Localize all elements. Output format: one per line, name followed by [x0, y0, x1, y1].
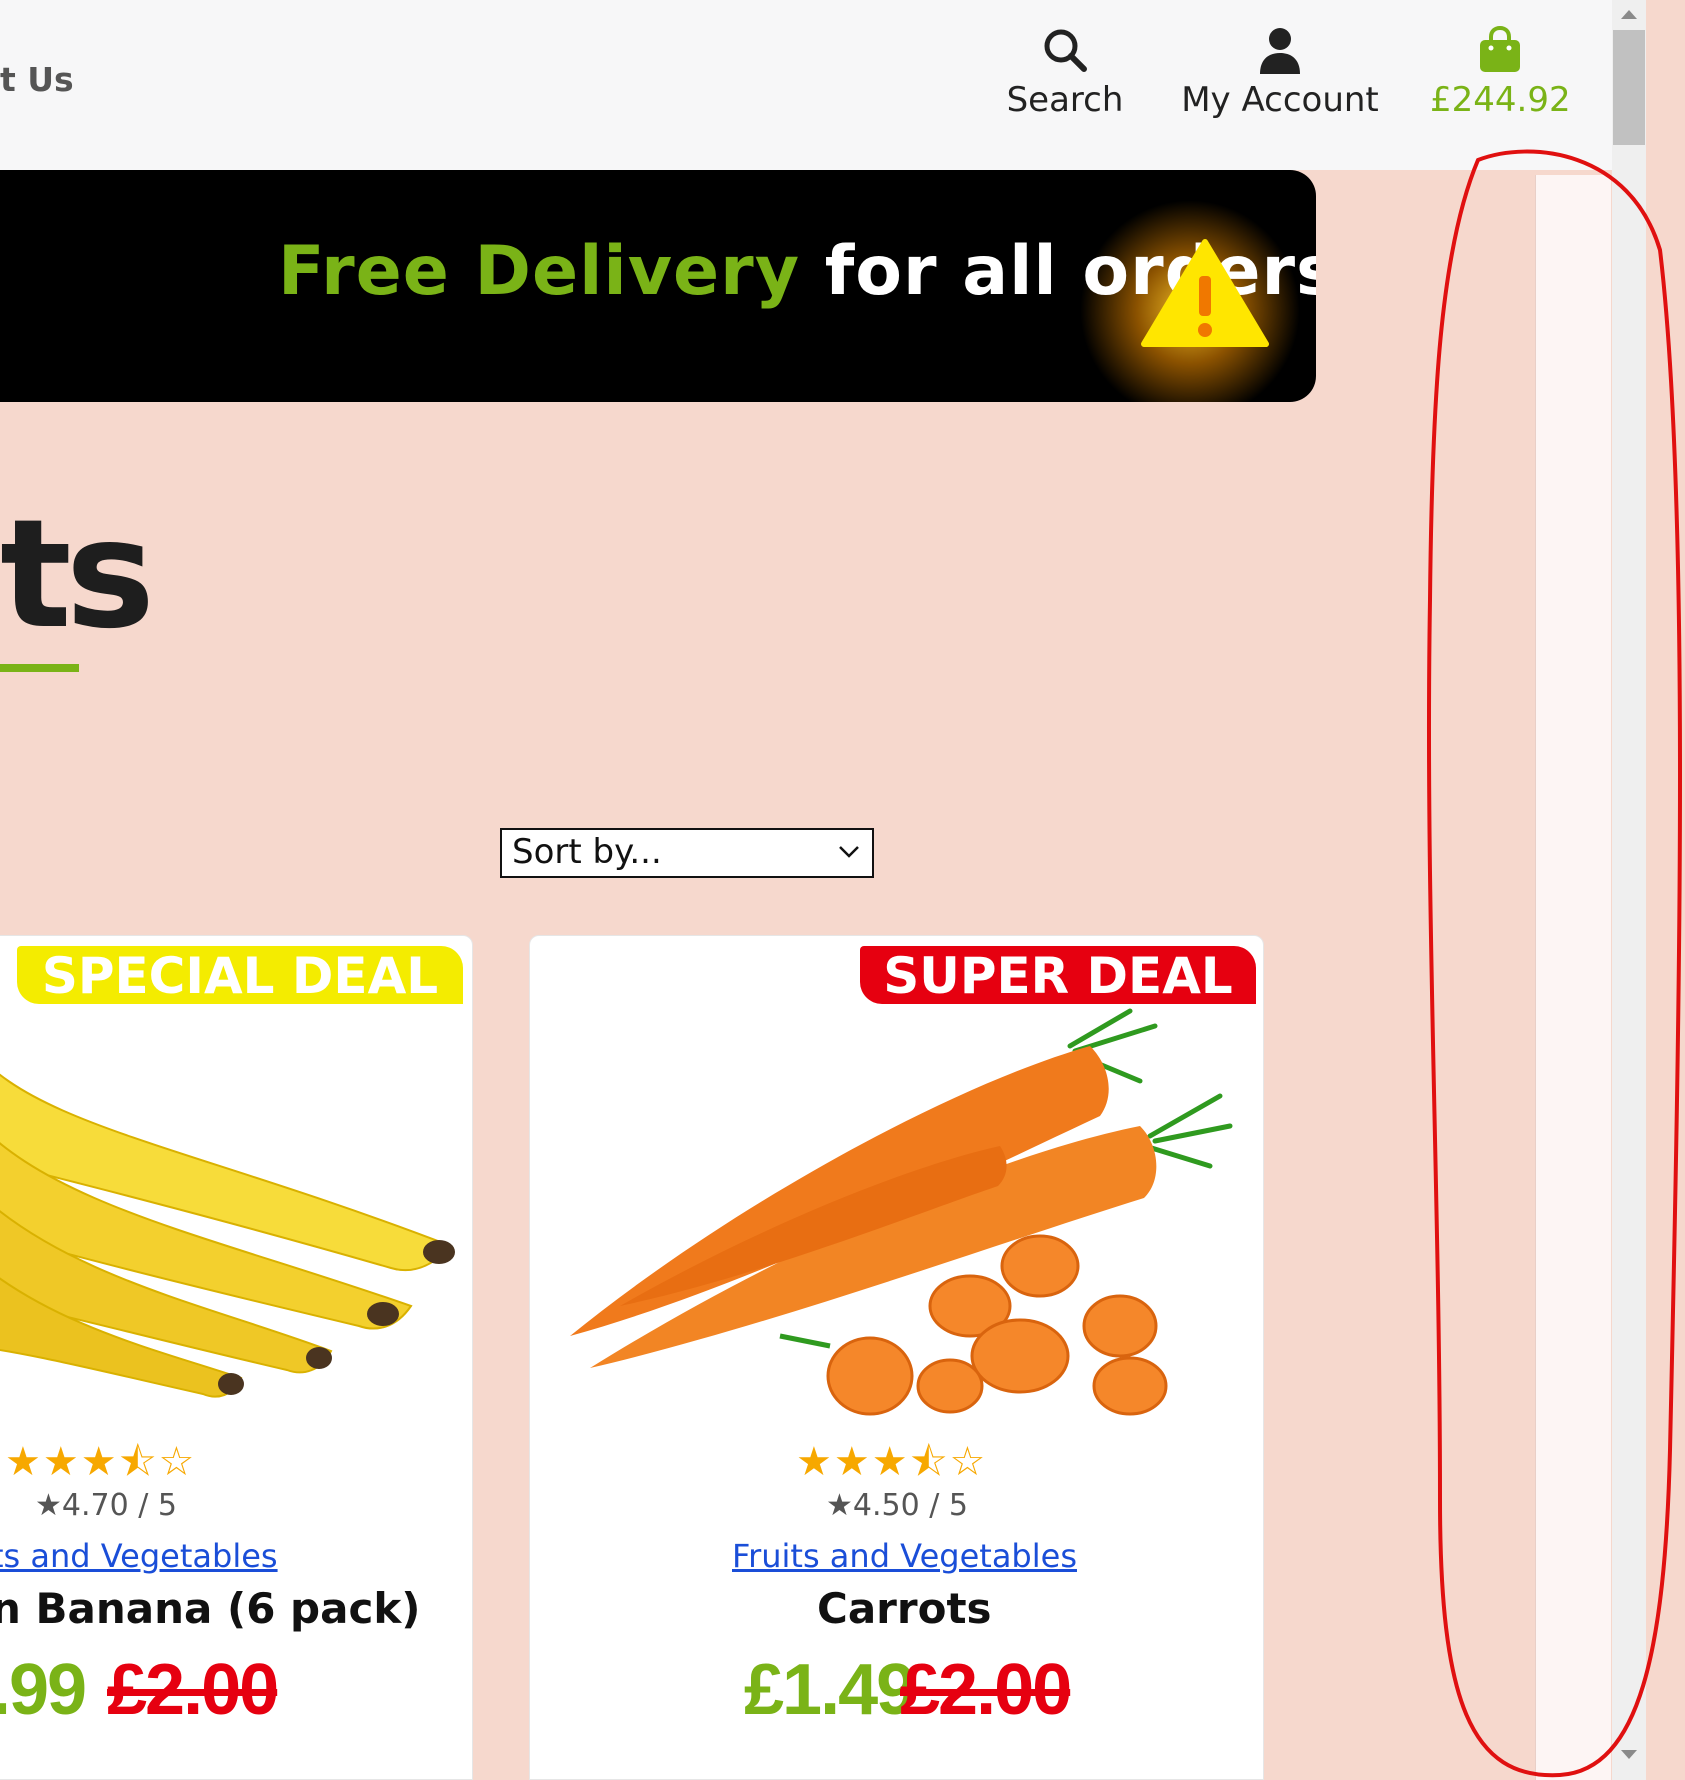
cart-button[interactable]: £244.92 — [1430, 26, 1571, 120]
rating-text: 4.50 / 5 — [852, 1488, 968, 1523]
right-side-panel — [1535, 175, 1611, 1780]
product-name-text: Banana (6 pack) — [35, 1584, 421, 1633]
rating-value: ★4.70 / 5 — [35, 1488, 177, 1523]
page-title-underline — [0, 664, 79, 672]
search-icon — [1044, 29, 1087, 72]
star-icon: ★ — [826, 1488, 853, 1523]
rating-value: ★4.50 / 5 — [826, 1488, 968, 1523]
carrots-image[interactable] — [530, 1006, 1264, 1426]
search-label: Search — [1006, 80, 1124, 120]
special-deal-badge: SPECIAL DEAL — [17, 946, 463, 1005]
my-account-label: My Account — [1181, 80, 1379, 120]
sort-select[interactable]: Sort by... — [500, 828, 874, 878]
scrollbar-thumb[interactable] — [1613, 30, 1645, 145]
product-name[interactable]: Carrots — [817, 1584, 992, 1633]
star-icon: ★ — [35, 1488, 62, 1523]
scroll-down-arrow[interactable] — [1621, 1750, 1637, 1759]
search-button[interactable]: Search — [1000, 26, 1130, 120]
rating-text: 4.70 / 5 — [61, 1488, 177, 1523]
chevron-down-icon — [839, 846, 859, 858]
free-delivery-banner: Free Delivery for all orders in: — [0, 170, 1316, 402]
user-icon — [1260, 28, 1300, 74]
my-account-button[interactable]: My Account — [1175, 26, 1385, 120]
current-price: £1.49 — [744, 1650, 916, 1730]
super-deal-badge: SUPER DEAL — [860, 946, 1256, 1005]
category-link[interactable]: Fruits and Vegetables — [732, 1537, 1077, 1575]
category-link[interactable]: ts and Vegetables — [0, 1537, 278, 1575]
warning-icon — [1141, 239, 1269, 347]
page-title: ts — [0, 488, 155, 662]
banner-text-highlight: Free Delivery — [278, 232, 801, 311]
shopping-bag-icon — [1480, 26, 1520, 72]
vertical-scrollbar[interactable] — [1612, 0, 1646, 1780]
product-name-prefix: n — [0, 1584, 21, 1633]
scroll-up-arrow[interactable] — [1621, 10, 1637, 19]
site-header: t Us Search My Account £244.92 — [0, 0, 1612, 170]
old-price: £2.00 — [107, 1650, 279, 1730]
old-price: £2.00 — [900, 1650, 1072, 1730]
nav-item-about-us[interactable]: t Us — [0, 60, 74, 99]
product-card[interactable]: SPECIAL DEAL ★★★⯪☆ ★4.70 / 5 ts and Vege… — [0, 935, 473, 1780]
product-name[interactable]: n Banana (6 pack) — [0, 1584, 420, 1633]
sort-select-value: Sort by... — [512, 832, 662, 872]
current-price: .99 — [0, 1650, 87, 1730]
product-card[interactable]: SUPER DEAL ★★★⯪☆ ★4.50 / 5 Fruits and Ve… — [529, 935, 1264, 1780]
banana-image[interactable] — [0, 1006, 473, 1426]
cart-total: £244.92 — [1430, 80, 1571, 120]
